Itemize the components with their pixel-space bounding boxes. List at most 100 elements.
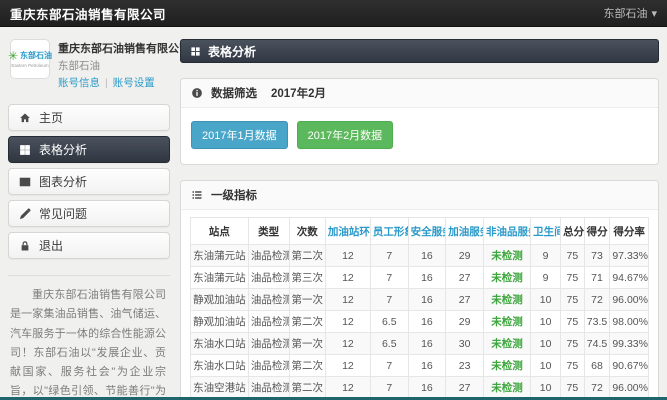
table-cell: 10 [531, 333, 561, 355]
table-cell: 第一次 [289, 289, 325, 311]
sidebar-item-logout[interactable]: 退出 [8, 232, 170, 259]
table-cell: 16 [408, 289, 446, 311]
table-row: 东油水口站油品检测第一次126.51630未检测107574.599.33% [191, 333, 649, 355]
table-cell: 16 [408, 355, 446, 377]
table-cell: 未检测 [483, 355, 530, 377]
table-cell: 96.00% [610, 377, 649, 399]
logo-flower-icon: ✳ [8, 50, 18, 62]
table-cell: 23 [446, 355, 484, 377]
table-cell: 7 [370, 289, 408, 311]
table-row: 静观加油站油品检测第一次1271627未检测10757296.00% [191, 289, 649, 311]
sidebar-item-chart-analysis[interactable]: 图表分析 [8, 168, 170, 195]
filter-panel-body: 2017年1月数据 2017年2月数据 [181, 108, 658, 164]
table-cell: 16 [408, 245, 446, 267]
table-cell: 未检测 [483, 267, 530, 289]
column-header: 次数 [289, 218, 325, 245]
account-info-link[interactable]: 账号信息 [58, 75, 100, 90]
sidebar-item-table-analysis[interactable]: 表格分析 [8, 136, 170, 163]
table-cell: 29 [446, 245, 484, 267]
table-cell: 东油空港站 [191, 377, 249, 399]
table-cell: 油品检测 [248, 377, 289, 399]
table-cell: 东油蒲元站 [191, 245, 249, 267]
table-cell: 29 [446, 311, 484, 333]
table-cell: 东油蒲元站 [191, 267, 249, 289]
section-title: 表格分析 [208, 43, 256, 60]
user-menu-label: 东部石油 [603, 5, 647, 21]
table-cell: 75 [561, 311, 585, 333]
sidebar-item-faq[interactable]: 常见问题 [8, 200, 170, 227]
user-menu[interactable]: 东部石油 ▾ [603, 5, 657, 21]
sidebar-item-label: 常见问题 [39, 205, 87, 222]
table-cell: 27 [446, 289, 484, 311]
table-row: 东油空港站油品检测第二次1271627未检测10757296.00% [191, 377, 649, 399]
table-cell: 12 [325, 311, 370, 333]
sidebar-item-label: 主页 [39, 109, 63, 126]
table-cell: 第二次 [289, 377, 325, 399]
table-cell: 10 [531, 289, 561, 311]
filter-panel-header: 数据筛选 2017年2月 [181, 79, 658, 108]
table-cell: 30 [446, 333, 484, 355]
column-header[interactable]: 加油服务 [446, 218, 484, 245]
table-cell: 12 [325, 355, 370, 377]
table-cell: 10 [531, 355, 561, 377]
column-header: 得分 [584, 218, 610, 245]
indicators-panel-header: 一级指标 [181, 181, 658, 210]
january-data-button[interactable]: 2017年1月数据 [191, 121, 288, 149]
table-row: 东油蒲元站油品检测第二次1271629未检测9757397.33% [191, 245, 649, 267]
table-cell: 9 [531, 267, 561, 289]
list-icon [191, 189, 203, 201]
grid-icon [190, 46, 201, 57]
table-header-row: 站点类型次数加油站环境员工形象安全服务加油服务非油品服务卫生间总分得分得分率 [191, 218, 649, 245]
table-cell: 75 [561, 245, 585, 267]
table-cell: 75 [561, 289, 585, 311]
grid-icon [19, 144, 31, 156]
content: ✳ 东部石油 Eastern Petroleum 重庆东部石油销售有限公司 东部… [0, 27, 667, 397]
column-header[interactable]: 卫生间 [531, 218, 561, 245]
chart-icon [19, 176, 31, 188]
chevron-down-icon: ▾ [651, 7, 657, 20]
table-cell: 12 [325, 333, 370, 355]
column-header[interactable]: 非油品服务 [483, 218, 530, 245]
company-logo: ✳ 东部石油 Eastern Petroleum [10, 39, 50, 79]
table-cell: 第二次 [289, 311, 325, 333]
table-cell: 6.5 [370, 333, 408, 355]
table-cell: 99.33% [610, 333, 649, 355]
filter-panel: 数据筛选 2017年2月 2017年1月数据 2017年2月数据 [180, 78, 659, 165]
company-description: 重庆东部石油销售有限公司是一家集油品销售、油气储运、汽车服务于一体的综合性能源公… [8, 275, 170, 400]
table-cell: 油品检测 [248, 245, 289, 267]
logo-text: 东部石油 [20, 52, 52, 60]
profile-company-name: 重庆东部石油销售有限公司 [58, 40, 190, 56]
table-cell: 10 [531, 311, 561, 333]
table-cell: 静观加油站 [191, 311, 249, 333]
column-header[interactable]: 加油站环境 [325, 218, 370, 245]
table-cell: 7 [370, 355, 408, 377]
filter-period: 2017年2月 [271, 85, 326, 101]
table-cell: 7 [370, 267, 408, 289]
account-settings-link[interactable]: 账号设置 [113, 75, 155, 90]
home-icon [19, 112, 31, 124]
lock-icon [19, 240, 31, 252]
table-cell: 90.67% [610, 355, 649, 377]
table-cell: 72 [584, 377, 610, 399]
february-data-button[interactable]: 2017年2月数据 [297, 121, 394, 149]
profile-links: 账号信息 | 账号设置 [58, 75, 190, 90]
column-header[interactable]: 安全服务 [408, 218, 446, 245]
table-cell: 7 [370, 377, 408, 399]
table-cell: 72 [584, 289, 610, 311]
table-cell: 东油水口站 [191, 355, 249, 377]
table-cell: 10 [531, 377, 561, 399]
table-cell: 未检测 [483, 311, 530, 333]
table-cell: 12 [325, 245, 370, 267]
column-header: 类型 [248, 218, 289, 245]
table-cell: 未检测 [483, 289, 530, 311]
table-cell: 油品检测 [248, 311, 289, 333]
indicators-title: 一级指标 [211, 187, 257, 203]
table-cell: 27 [446, 267, 484, 289]
sidebar-item-home[interactable]: 主页 [8, 104, 170, 131]
column-header[interactable]: 员工形象 [370, 218, 408, 245]
sidebar-item-label: 表格分析 [39, 141, 87, 158]
info-icon [191, 87, 203, 99]
sidebar-item-label: 图表分析 [39, 173, 87, 190]
sidebar-item-label: 退出 [39, 237, 63, 254]
table-cell: 16 [408, 333, 446, 355]
